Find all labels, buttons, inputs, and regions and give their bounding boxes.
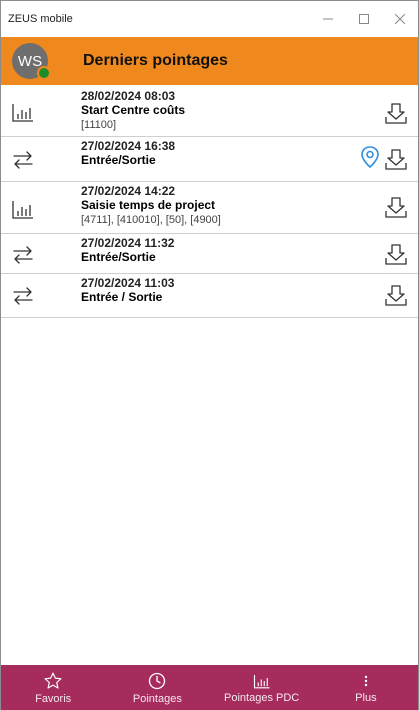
entry-date: 27/02/2024 11:03 bbox=[81, 276, 175, 290]
entry-label: Entrée/Sortie bbox=[81, 250, 156, 264]
tab-favoris[interactable]: Favoris bbox=[1, 665, 105, 710]
minimize-button[interactable] bbox=[310, 1, 346, 37]
close-icon bbox=[395, 14, 405, 24]
entries-list: 28/02/2024 08:03 Start Centre coûts [111… bbox=[1, 87, 418, 318]
online-status-dot bbox=[37, 66, 51, 80]
list-item[interactable]: 27/02/2024 14:22 Saisie temps de project… bbox=[1, 182, 418, 234]
chart-icon bbox=[253, 675, 270, 689]
download-icon[interactable] bbox=[384, 147, 408, 171]
entry-text: 28/02/2024 08:03 Start Centre coûts [111… bbox=[81, 89, 185, 132]
chart-icon bbox=[12, 201, 33, 219]
app-header: WS Derniers pointages bbox=[1, 37, 418, 85]
minimize-icon bbox=[323, 18, 333, 20]
maximize-button[interactable] bbox=[346, 1, 382, 37]
download-icon[interactable] bbox=[384, 195, 408, 219]
entry-text: 27/02/2024 11:32 Entrée/Sortie bbox=[81, 236, 174, 265]
transfer-arrows-icon bbox=[13, 151, 33, 169]
list-item[interactable]: 28/02/2024 08:03 Start Centre coûts [111… bbox=[1, 87, 418, 137]
tab-label: Pointages bbox=[132, 693, 182, 705]
download-icon[interactable] bbox=[384, 242, 408, 266]
chart-icon bbox=[12, 104, 33, 122]
title-bar: ZEUS mobile bbox=[1, 1, 418, 37]
close-button[interactable] bbox=[382, 1, 418, 37]
tab-pointages[interactable]: Pointages bbox=[105, 665, 209, 710]
bottom-nav: Favoris Pointages Pointages PDC Plus bbox=[1, 665, 418, 710]
entry-text: 27/02/2024 16:38 Entrée/Sortie bbox=[81, 139, 175, 168]
list-item[interactable]: 27/02/2024 16:38 Entrée/Sortie bbox=[1, 137, 418, 182]
tab-plus[interactable]: Plus bbox=[314, 665, 418, 710]
entry-label: Entrée / Sortie bbox=[81, 290, 163, 304]
tab-label: Plus bbox=[355, 692, 377, 704]
list-item[interactable]: 27/02/2024 11:03 Entrée / Sortie bbox=[1, 274, 418, 318]
entry-detail: [11100] bbox=[81, 119, 117, 131]
entry-date: 27/02/2024 11:32 bbox=[81, 236, 175, 250]
download-icon[interactable] bbox=[384, 101, 408, 125]
entry-date: 27/02/2024 16:38 bbox=[81, 139, 176, 153]
entry-date: 28/02/2024 08:03 bbox=[81, 89, 176, 103]
window-title: ZEUS mobile bbox=[8, 13, 73, 25]
entry-label: Saisie temps de project bbox=[81, 198, 216, 212]
location-pin-icon[interactable] bbox=[359, 145, 381, 169]
star-icon bbox=[44, 672, 62, 689]
tab-label: Favoris bbox=[35, 693, 72, 705]
entry-label: Start Centre coûts bbox=[81, 103, 186, 117]
entry-text: 27/02/2024 11:03 Entrée / Sortie bbox=[81, 276, 174, 305]
more-vertical-icon bbox=[364, 675, 368, 687]
clock-icon bbox=[149, 672, 166, 690]
tab-pointages-pdc[interactable]: Pointages PDC bbox=[210, 665, 314, 710]
maximize-icon bbox=[359, 14, 369, 24]
download-icon[interactable] bbox=[384, 283, 408, 307]
entry-text: 27/02/2024 14:22 Saisie temps de project… bbox=[81, 184, 221, 227]
app-window: ZEUS mobile WS Derniers pointages 28/02/… bbox=[0, 0, 419, 710]
entry-label: Entrée/Sortie bbox=[81, 153, 156, 167]
transfer-arrows-icon bbox=[13, 287, 33, 305]
list-item[interactable]: 27/02/2024 11:32 Entrée/Sortie bbox=[1, 234, 418, 274]
tab-label: Pointages PDC bbox=[224, 692, 300, 704]
transfer-arrows-icon bbox=[13, 246, 33, 264]
entry-date: 27/02/2024 14:22 bbox=[81, 184, 176, 198]
user-avatar[interactable]: WS bbox=[12, 43, 51, 80]
page-title: Derniers pointages bbox=[83, 52, 228, 69]
entry-detail: [4711], [410010], [50], [4900] bbox=[81, 214, 221, 226]
